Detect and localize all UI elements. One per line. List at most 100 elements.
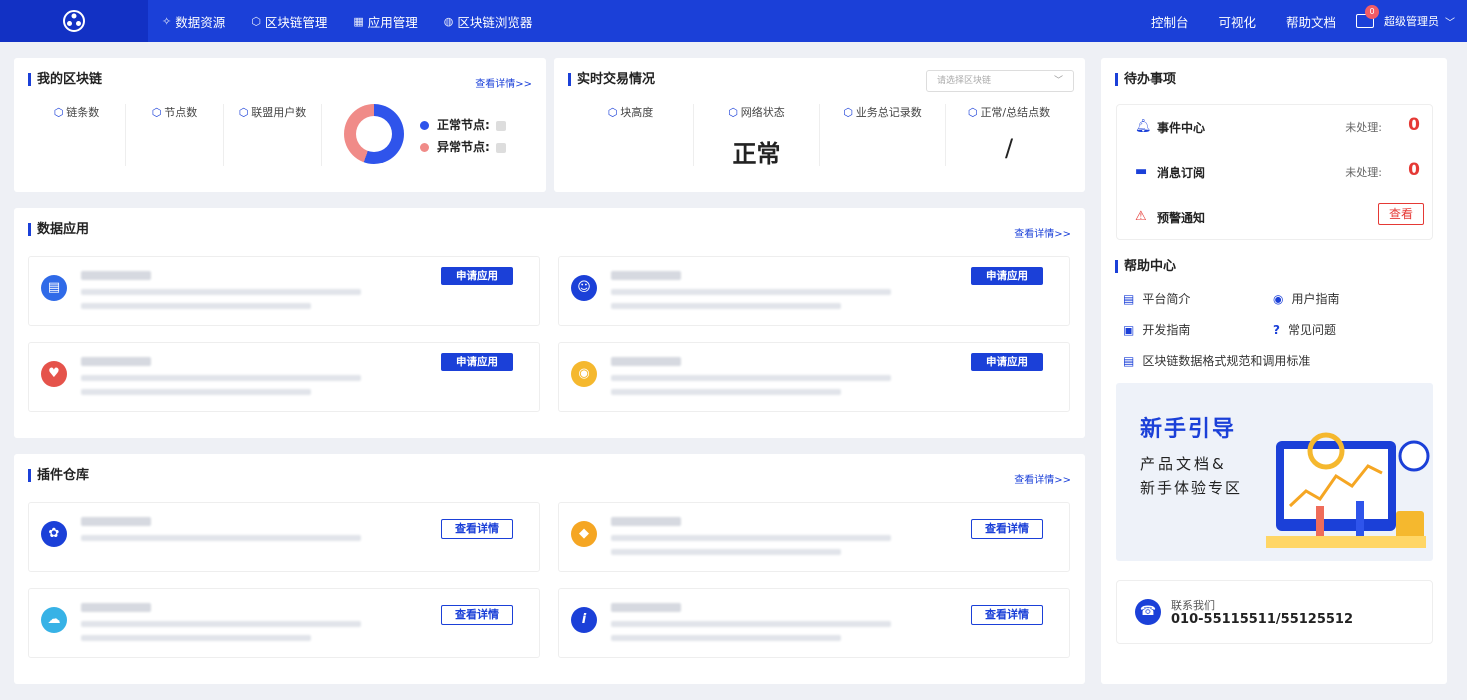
cube-icon: ⬡ [843, 106, 853, 119]
node-status-donut [344, 104, 404, 164]
help-link-data-standard[interactable]: ▤ 区块链数据格式规范和调用标准 [1123, 352, 1310, 369]
apply-app-button[interactable]: 申请应用 [971, 267, 1043, 285]
doc-icon: ▤ [1123, 292, 1135, 306]
data-apps-title: 数据应用 [28, 223, 89, 236]
top-right-nav: 控制台 可视化 帮助文档 0 超级管理员 ﹀ [1121, 0, 1455, 42]
grid-icon: ▦ [353, 14, 364, 28]
guide-illustration [1266, 432, 1430, 548]
apply-app-button[interactable]: 申请应用 [441, 267, 513, 285]
plugin-details-button[interactable]: 查看详情 [971, 519, 1043, 539]
realtime-title: 实时交易情况 [568, 73, 655, 86]
stat-node-count: ⬡ 节点数 [126, 104, 224, 166]
stat-block-height: ⬡ 块高度 [568, 104, 694, 166]
bell-icon: 🔔︎ [1135, 119, 1152, 134]
nav-blockchain-explorer[interactable]: ◍ 区块链浏览器 [444, 12, 533, 31]
puzzle-icon: ✿ [41, 521, 67, 547]
nav-visualization[interactable]: 可视化 [1218, 12, 1256, 31]
help-link-dev-guide[interactable]: ▣ 开发指南 [1123, 321, 1190, 338]
right-panel: 待办事项 🔔︎ 事件中心 未处理: 0 ▬ 消息订阅 未处理: 0 ⚠ 预警通知… [1101, 58, 1447, 684]
globe-icon: ◍ [443, 14, 454, 28]
plugins-card: 插件仓库 查看详情>> ✿ 查看详情 ◆ 查看详情 ☁ 查看详情 i 查看详情 [14, 454, 1085, 684]
plugin-tile[interactable]: ✿ 查看详情 [28, 502, 540, 572]
help-link-platform-intro[interactable]: ▤ 平台简介 [1123, 290, 1190, 307]
newbie-guide-banner[interactable]: 新手引导 产品文档& 新手体验专区 [1116, 383, 1433, 561]
help-link-faq[interactable]: ? 常见问题 [1273, 321, 1336, 338]
nav-console[interactable]: 控制台 [1151, 12, 1189, 31]
stat-node-ratio: ⬡ 正常/总结点数 / [967, 106, 1051, 162]
plugins-details-link[interactable]: 查看详情>> [1014, 471, 1071, 486]
nav-help-docs[interactable]: 帮助文档 [1286, 12, 1336, 31]
todo-box: 🔔︎ 事件中心 未处理: 0 ▬ 消息订阅 未处理: 0 ⚠ 预警通知 查看 [1116, 104, 1433, 240]
support-icon: ☺ [571, 275, 597, 301]
mail-badge: 0 [1365, 5, 1379, 19]
stat-alliance-users: ⬡ 联盟用户数 [224, 104, 322, 166]
stat-business-records: ⬡ 业务总记录数 [820, 104, 946, 166]
cube-icon: ⬡ [728, 106, 738, 119]
app-tile[interactable]: ♥ 申请应用 [28, 342, 540, 412]
cube-icon: ⬡ [238, 106, 249, 119]
hexagon-icon: ⬡ [251, 14, 261, 28]
stat-chain-count: ⬡ 链条数 [28, 104, 126, 166]
node-legend: 正常节点: 异常节点: [420, 114, 506, 158]
message-icon: ▬ [1135, 164, 1148, 179]
plugin-details-button[interactable]: 查看详情 [971, 605, 1043, 625]
app-tile[interactable]: ▤ 申请应用 [28, 256, 540, 326]
code-icon: ▣ [1123, 323, 1135, 337]
help-center-title: 帮助中心 [1115, 260, 1176, 273]
stat-network-status: ⬡ 网络状态 正常 [694, 104, 820, 168]
data-apps-card: 数据应用 查看详情>> ▤ 申请应用 ☺ 申请应用 ♥ 申请应用 ◉ 申请应用 [14, 208, 1085, 438]
plugin-tile[interactable]: ◆ 查看详情 [558, 502, 1070, 572]
question-icon: ? [1273, 323, 1280, 337]
nav-data-resources[interactable]: ✧ 数据资源 [162, 12, 225, 31]
plugin-details-button[interactable]: 查看详情 [441, 519, 513, 539]
info-icon: i [571, 607, 597, 633]
apply-app-button[interactable]: 申请应用 [971, 353, 1043, 371]
nav-blockchain-management[interactable]: ⬡ 区块链管理 [251, 12, 327, 31]
building-icon: ▤ [41, 275, 67, 301]
plugin-details-button[interactable]: 查看详情 [441, 605, 513, 625]
main-nav: ✧ 数据资源 ⬡ 区块链管理 ▦ 应用管理 ◍ 区块链浏览器 [162, 0, 558, 42]
chevron-down-icon[interactable]: ﹀ [1445, 14, 1455, 29]
coin-icon: ◉ [571, 361, 597, 387]
phone-icon: ☎ [1135, 599, 1161, 625]
plugin-tile[interactable]: ☁ 查看详情 [28, 588, 540, 658]
todo-alert-notice: ⚠ 预警通知 查看 [1117, 195, 1434, 239]
top-nav-bar: ✧ 数据资源 ⬡ 区块链管理 ▦ 应用管理 ◍ 区块链浏览器 控制台 可视化 帮助文档 … [0, 0, 1467, 42]
compass-icon: ◉ [1273, 292, 1284, 306]
nav-app-management[interactable]: ▦ 应用管理 [353, 12, 417, 31]
apply-app-button[interactable]: 申请应用 [441, 353, 513, 371]
legend-abnormal: 异常节点: [420, 136, 506, 158]
todo-event-center[interactable]: 🔔︎ 事件中心 未处理: 0 [1117, 105, 1434, 149]
mail-icon[interactable]: 0 [1356, 5, 1379, 28]
app-tile[interactable]: ☺ 申请应用 [558, 256, 1070, 326]
cube-icon: ✧ [162, 14, 172, 28]
orange-plugin-icon: ◆ [571, 521, 597, 547]
my-blockchain-card: 我的区块链 查看详情>> ⬡ 链条数 ⬡ 节点数 ⬡ 联盟用户数 正常节点: 异常节点… [14, 58, 546, 192]
app-tile[interactable]: ◉ 申请应用 [558, 342, 1070, 412]
doc-icon: ▤ [1123, 354, 1135, 368]
contact-us-box: ☎ 联系我们 010-55115511/55125512 [1116, 580, 1433, 644]
cloud-icon: ☁ [41, 607, 67, 633]
plugin-tile[interactable]: i 查看详情 [558, 588, 1070, 658]
chevron-down-icon: ﹀ [1053, 76, 1063, 86]
user-menu[interactable]: 超级管理员 [1384, 13, 1439, 29]
todo-message-subscription[interactable]: ▬ 消息订阅 未处理: 0 [1117, 150, 1434, 194]
todo-title: 待办事项 [1115, 73, 1176, 86]
alarm-icon: ⚠ [1135, 209, 1147, 224]
help-link-user-guide[interactable]: ◉ 用户指南 [1273, 290, 1340, 307]
legend-normal: 正常节点: [420, 114, 506, 136]
cube-icon: ⬡ [151, 106, 162, 119]
cube-icon: ⬡ [967, 106, 978, 119]
data-apps-details-link[interactable]: 查看详情>> [1014, 225, 1071, 240]
blockchain-logo-icon [63, 10, 85, 32]
cube-icon: ⬡ [53, 106, 64, 119]
chain-select[interactable]: 请选择区块链 ﹀ [926, 70, 1074, 92]
my-blockchain-details-link[interactable]: 查看详情>> [475, 75, 532, 90]
my-blockchain-title: 我的区块链 [28, 73, 102, 86]
cube-icon: ⬡ [607, 106, 618, 119]
view-alerts-button[interactable]: 查看 [1378, 203, 1424, 225]
plugins-title: 插件仓库 [28, 469, 89, 482]
realtime-card: 实时交易情况 请选择区块链 ﹀ ⬡ 块高度 ⬡ 网络状态 正常 ⬡ 业务总记录数 ⬡ 正常/… [554, 58, 1085, 192]
heart-icon: ♥ [41, 361, 67, 387]
platform-logo[interactable] [0, 0, 148, 42]
